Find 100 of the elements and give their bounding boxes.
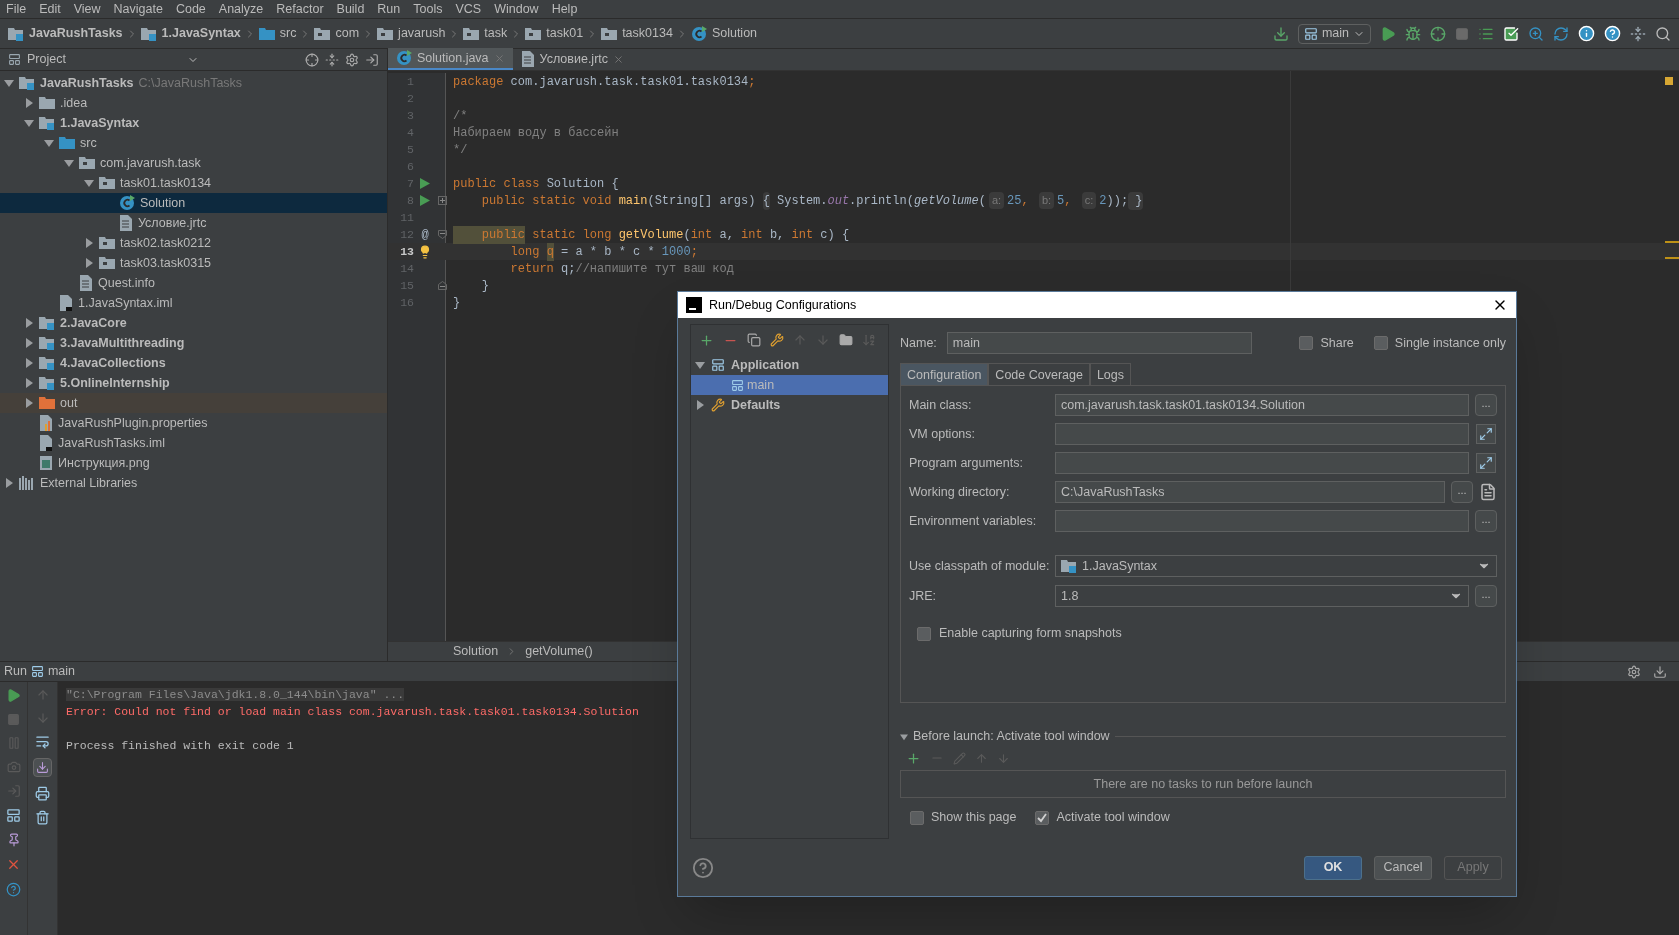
tree-item[interactable]: Quest.info [0, 273, 387, 293]
expand-arrow-icon[interactable] [24, 318, 34, 328]
dropdown[interactable]: 1.8 [1055, 585, 1469, 608]
breadcrumb[interactable]: Solution [453, 642, 499, 661]
expand-arrow-icon[interactable] [24, 398, 34, 408]
menu-item[interactable]: View [73, 0, 101, 19]
expand-arrow-icon[interactable] [84, 258, 94, 268]
checkbox-label[interactable]: Activate tool window [1056, 808, 1170, 827]
tree-item[interactable]: com.javarush.task [0, 153, 387, 173]
zoom-icon[interactable] [1528, 25, 1544, 42]
browse-button[interactable]: ... [1475, 585, 1497, 608]
tree-item[interactable]: task03.task0315 [0, 253, 387, 273]
browse-button[interactable]: ... [1475, 510, 1497, 533]
scroll-to-end-button[interactable] [33, 758, 52, 777]
layout-icon[interactable] [6, 808, 21, 823]
run-icon[interactable] [1380, 25, 1396, 42]
tree-item[interactable]: JavaRushTasks C:\JavaRushTasks [0, 73, 387, 93]
tree-item[interactable]: 1.JavaSyntax [0, 113, 387, 133]
menu-item[interactable]: Edit [39, 0, 61, 19]
expand-arrow-icon[interactable] [24, 378, 34, 388]
run-icon[interactable] [420, 178, 430, 189]
expand-fold-icon[interactable] [437, 196, 447, 205]
tree-item[interactable]: Условие.jrtc [0, 213, 387, 233]
browse-button[interactable]: ... [1451, 481, 1473, 504]
menu-item[interactable]: Analyze [218, 0, 264, 19]
menu-item[interactable]: Code [175, 0, 206, 19]
menu-item[interactable]: VCS [455, 0, 482, 19]
checkbox-label[interactable]: Single instance only [1394, 334, 1506, 353]
input-field[interactable]: C:\JavaRushTasks [1055, 481, 1445, 504]
checkbox-label[interactable]: Share [1320, 334, 1354, 353]
collapse-arrow-icon[interactable] [900, 732, 908, 741]
breadcrumb[interactable]: javarush [377, 24, 446, 43]
tab[interactable]: Logs [1089, 363, 1132, 386]
checkbox[interactable] [910, 810, 924, 825]
print-icon[interactable] [35, 786, 50, 801]
copy-icon[interactable] [747, 333, 761, 348]
input-field[interactable]: main [946, 332, 1252, 355]
input-field[interactable] [1055, 452, 1469, 475]
document-icon[interactable] [1479, 483, 1497, 502]
section-title[interactable]: Before launch: Activate tool window [913, 727, 1110, 747]
input-field[interactable] [1055, 423, 1469, 446]
tree-item[interactable]: 1.JavaSyntax.iml [0, 293, 387, 313]
tab[interactable]: Code Coverage [988, 363, 1090, 386]
expand-arrow-icon[interactable] [24, 358, 34, 368]
tree-item[interactable]: out [0, 393, 387, 413]
add-icon[interactable] [906, 750, 921, 766]
collapse-arrow-icon[interactable] [64, 158, 74, 168]
tree-item[interactable]: .idea [0, 93, 387, 113]
collapse-arrow-icon[interactable] [695, 360, 705, 371]
expand-icon[interactable] [1476, 424, 1496, 445]
search-icon[interactable] [1655, 25, 1671, 42]
checkbox-label[interactable]: Show this page [931, 808, 1017, 827]
breadcrumb[interactable]: com [314, 24, 360, 43]
checkbox-label[interactable]: Enable capturing form snapshots [939, 624, 1122, 644]
wrench-icon[interactable] [770, 333, 784, 348]
tree-item[interactable]: task01.task0134 [0, 173, 387, 193]
collapse-all-icon[interactable] [325, 52, 339, 67]
collapse-arrow-icon[interactable] [44, 138, 54, 148]
refresh-icon[interactable] [1553, 25, 1569, 42]
wrap-icon[interactable] [35, 734, 50, 749]
input-field[interactable]: com.javarush.task.task01.task0134.Solution [1055, 394, 1469, 417]
tree-item[interactable]: Application [691, 355, 888, 376]
dialog-button[interactable]: Cancel [1374, 855, 1432, 880]
tree-item[interactable]: 4.JavaCollections [0, 353, 387, 373]
info-icon[interactable] [1578, 25, 1595, 42]
menu-item[interactable]: Window [494, 0, 539, 19]
tree-item[interactable]: src [0, 133, 387, 153]
checkbox[interactable] [1373, 336, 1388, 351]
lightbulb-icon[interactable] [418, 244, 432, 259]
tree-item[interactable]: 5.OnlineInternship [0, 373, 387, 393]
debug-icon[interactable] [1405, 25, 1421, 42]
expand-arrow-icon[interactable] [84, 238, 94, 248]
collapse-arrow-icon[interactable] [24, 118, 34, 128]
expand-arrow-icon[interactable] [24, 98, 34, 108]
menu-item[interactable]: Refactor [276, 0, 324, 19]
editor-tab[interactable]: Условие.jrtc [512, 48, 633, 70]
pin-icon[interactable] [6, 833, 21, 847]
tree-item[interactable]: task02.task0212 [0, 233, 387, 253]
menu-item[interactable]: File [6, 0, 27, 19]
breadcrumb[interactable]: task01 [525, 24, 584, 43]
checkbox[interactable] [1299, 336, 1314, 351]
structure-icon[interactable] [1630, 25, 1646, 42]
breadcrumb[interactable]: 1.JavaSyntax [140, 24, 241, 43]
menu-item[interactable]: Run [377, 0, 401, 19]
override-icon[interactable]: @ [421, 228, 429, 241]
rerun-icon[interactable] [6, 688, 21, 703]
expand-arrow-icon[interactable] [695, 400, 705, 411]
breadcrumb[interactable]: JavaRushTasks [8, 24, 123, 43]
run-config-dropdown[interactable]: main [1297, 23, 1371, 44]
browse-button[interactable]: ... [1475, 394, 1497, 417]
dropdown[interactable]: 1.JavaSyntax [1055, 555, 1497, 578]
checkbox[interactable] [1035, 810, 1050, 825]
breadcrumb[interactable]: src [258, 24, 297, 43]
fold-end-icon[interactable] [437, 281, 447, 290]
breadcrumb[interactable]: task0134 [601, 24, 673, 43]
breadcrumb[interactable]: Solution [690, 24, 758, 43]
menu-item[interactable]: Build [336, 0, 365, 19]
trash-icon[interactable] [35, 810, 50, 825]
checkbox[interactable] [917, 626, 931, 641]
tree-item[interactable]: 2.JavaCore [0, 313, 387, 333]
